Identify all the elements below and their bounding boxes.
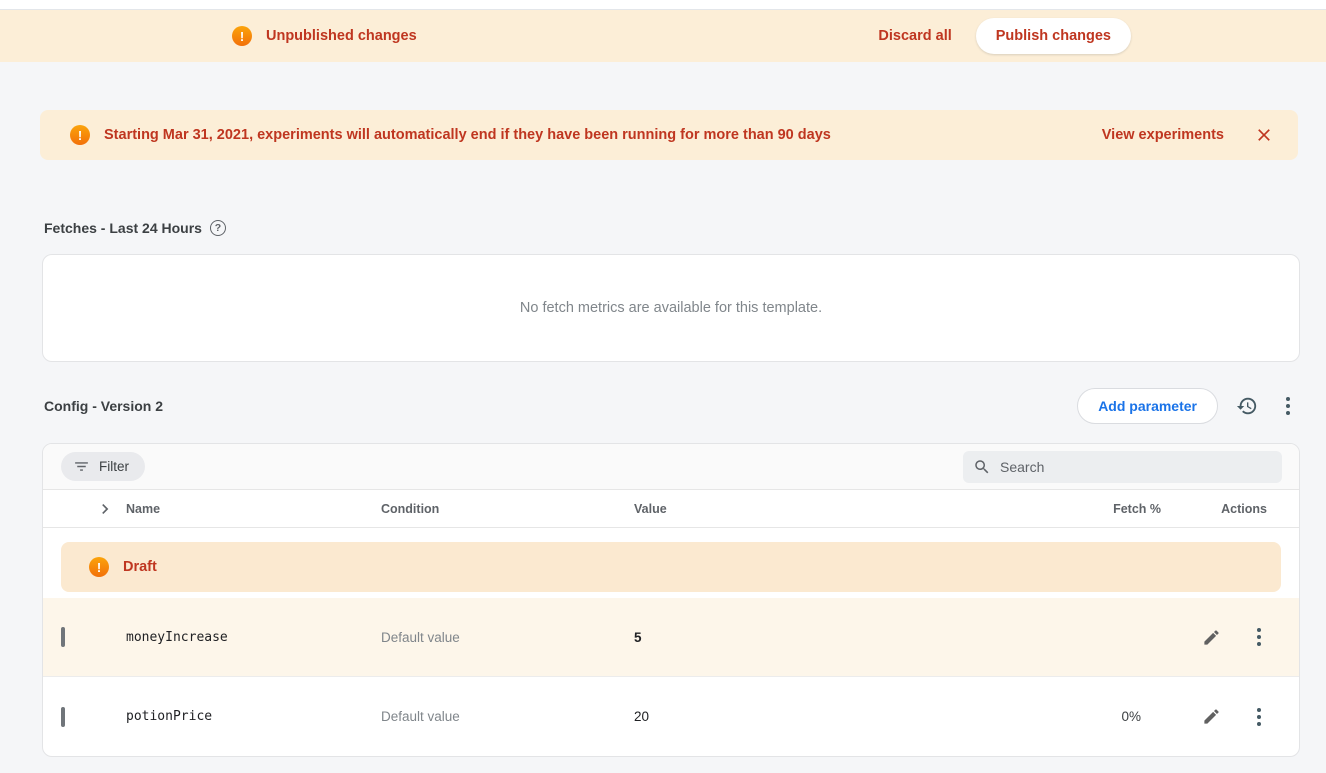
kebab-menu-icon	[1251, 626, 1267, 648]
edit-parameter-button[interactable]	[1198, 703, 1225, 730]
row-checkbox[interactable]	[61, 627, 65, 647]
config-section-header: Config - Version 2 Add parameter	[44, 388, 1300, 424]
column-header-value: Value	[634, 502, 1061, 516]
column-header-condition: Condition	[381, 502, 634, 516]
add-parameter-button[interactable]: Add parameter	[1077, 388, 1218, 424]
row-menu-button[interactable]	[1247, 622, 1271, 652]
view-experiments-button[interactable]: View experiments	[1092, 121, 1234, 149]
unpublished-changes-banner: ! Unpublished changes Discard all Publis…	[0, 10, 1326, 62]
fetch-percent: 0%	[1061, 709, 1161, 724]
expand-all-button[interactable]	[95, 499, 126, 519]
config-title: Config - Version 2	[44, 398, 163, 414]
parameter-value: 20	[634, 709, 1061, 724]
experiments-banner: ! Starting Mar 31, 2021, experiments wil…	[40, 110, 1298, 160]
fetch-metrics-card: No fetch metrics are available for this …	[42, 254, 1300, 362]
config-menu-button[interactable]	[1276, 391, 1300, 421]
filter-button[interactable]: Filter	[61, 452, 145, 481]
edit-parameter-button[interactable]	[1198, 624, 1225, 651]
parameter-name: potionPrice	[126, 709, 381, 724]
close-icon	[1254, 125, 1274, 145]
parameter-condition: Default value	[381, 709, 634, 724]
draft-banner: ! Draft	[61, 542, 1281, 592]
column-header-fetch: Fetch %	[1061, 502, 1161, 516]
close-banner-button[interactable]	[1248, 119, 1280, 151]
pencil-icon	[1202, 628, 1221, 647]
top-strip	[0, 0, 1326, 10]
table-header-row: Name Condition Value Fetch % Actions	[43, 490, 1299, 528]
search-input[interactable]	[1000, 459, 1272, 475]
help-icon[interactable]: ?	[210, 220, 226, 236]
remote-config-page: ! Unpublished changes Discard all Publis…	[0, 0, 1326, 757]
table-toolbar: Filter	[43, 444, 1299, 490]
draft-label: Draft	[123, 559, 157, 575]
warning-icon: !	[70, 125, 90, 145]
empty-metrics-message: No fetch metrics are available for this …	[520, 300, 822, 316]
experiments-banner-message: Starting Mar 31, 2021, experiments will …	[104, 127, 831, 143]
kebab-menu-icon	[1251, 706, 1267, 728]
warning-icon: !	[232, 26, 252, 46]
filter-icon	[73, 458, 90, 475]
column-header-name: Name	[126, 502, 381, 516]
parameter-value: 5	[634, 630, 1061, 645]
history-icon	[1236, 395, 1258, 417]
publish-changes-button[interactable]: Publish changes	[976, 18, 1131, 54]
row-checkbox[interactable]	[61, 707, 65, 727]
discard-all-button[interactable]: Discard all	[864, 20, 965, 52]
filter-label: Filter	[99, 459, 129, 474]
table-row[interactable]: moneyIncrease Default value 5	[43, 598, 1299, 676]
parameter-condition: Default value	[381, 630, 634, 645]
version-history-button[interactable]	[1232, 391, 1262, 421]
column-header-actions: Actions	[1161, 502, 1281, 516]
warning-icon: !	[89, 557, 109, 577]
parameter-name: moneyIncrease	[126, 630, 381, 645]
table-row[interactable]: potionPrice Default value 20 0%	[43, 676, 1299, 756]
unpublished-changes-label: Unpublished changes	[266, 28, 417, 44]
pencil-icon	[1202, 707, 1221, 726]
search-box[interactable]	[963, 451, 1282, 483]
row-menu-button[interactable]	[1247, 702, 1271, 732]
search-icon	[973, 458, 991, 476]
draft-section: ! Draft	[43, 528, 1299, 598]
fetches-title: Fetches - Last 24 Hours	[44, 220, 202, 236]
kebab-menu-icon	[1280, 395, 1296, 417]
fetches-section-header: Fetches - Last 24 Hours ?	[44, 220, 1300, 236]
parameters-table-card: Filter Name Condition Value Fetch % Acti…	[42, 443, 1300, 757]
